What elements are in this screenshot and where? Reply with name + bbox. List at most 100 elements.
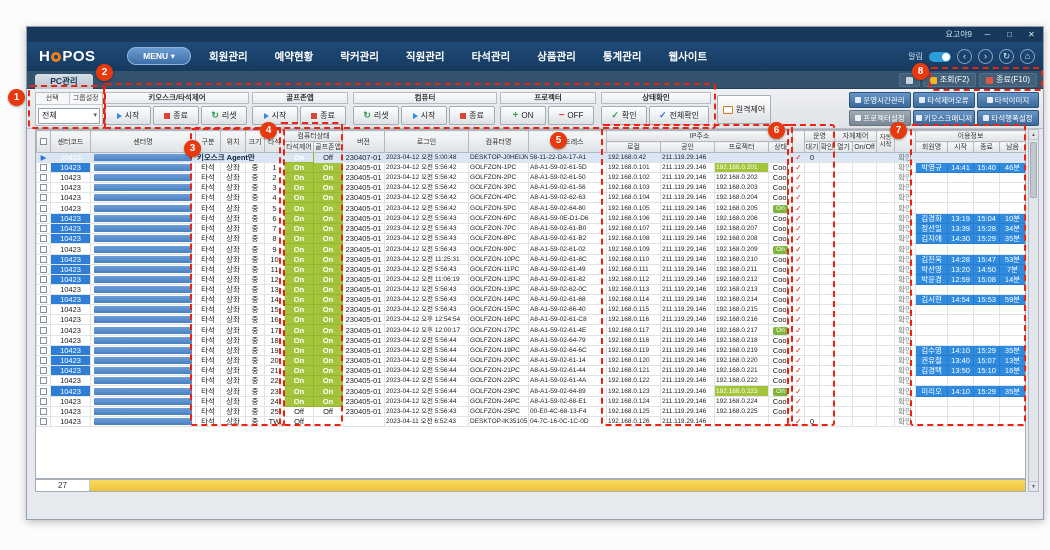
table-row[interactable]: 10423 타석 상좌 중 3 On On 230405-01 2023-04-12 오전 5:… <box>36 182 1025 193</box>
app-start-button[interactable]: 시작 <box>252 106 298 125</box>
confirm-button[interactable]: 확인 <box>894 202 917 214</box>
table-row[interactable]: 10423 타석 상좌 중 8 On On 230405-01 2023-04-12 오전 5:… <box>36 233 1025 244</box>
row-checkbox[interactable] <box>36 202 51 214</box>
checkbox-icon[interactable] <box>40 316 47 323</box>
app-stop-button[interactable]: 종료 <box>300 106 346 125</box>
confirm-button[interactable]: 확인 <box>894 365 917 376</box>
bay-layout-button[interactable]: 타석행폭설정 <box>977 110 1039 126</box>
nav-item-staff[interactable]: 직원관리 <box>406 49 445 64</box>
pc-start-button[interactable]: 시작 <box>401 106 447 125</box>
bay-image-button[interactable]: 타석이미지 <box>977 92 1039 108</box>
confirm-button[interactable]: 확인 <box>894 294 917 305</box>
confirm-button[interactable]: 확인 <box>894 406 917 417</box>
table-row[interactable]: 10423 타석 상좌 중 16 On On 230405-01 2023-04-12 오후 1… <box>36 314 1025 325</box>
nav-item-website[interactable]: 웹사이트 <box>668 49 707 64</box>
row-checkbox[interactable] <box>36 406 51 417</box>
group-setting-label[interactable]: 그룹설정 <box>70 93 103 104</box>
header-proj-status[interactable]: 상태 <box>768 141 794 153</box>
table-row[interactable]: 10423 타석 상좌 중 13 On On 230405-01 2023-04-12 오전 5… <box>36 284 1025 295</box>
header-bay-control[interactable]: 타석제어 <box>284 141 314 153</box>
checkbox-icon[interactable] <box>40 326 47 334</box>
target-select-dropdown[interactable]: 전체 <box>38 108 100 124</box>
tab-pc-management[interactable]: PC관리 <box>35 74 93 89</box>
checkbox-icon[interactable] <box>40 418 47 425</box>
nav-item-lockers[interactable]: 락커관리 <box>340 49 379 64</box>
table-row[interactable]: 10423 타석 상좌 중 12 On On 230405-01 2023-04-12 오전 1… <box>36 274 1025 285</box>
confirm-button[interactable]: 확인 <box>894 233 917 244</box>
confirm-button[interactable]: 확인 <box>894 152 917 163</box>
checkbox-icon[interactable] <box>40 215 47 222</box>
projector-on-button[interactable]: ON <box>500 106 546 125</box>
row-checkbox[interactable] <box>36 365 51 376</box>
row-checkbox[interactable] <box>36 335 51 346</box>
kiosk-start-button[interactable]: 시작 <box>105 106 151 125</box>
row-checkbox[interactable] <box>36 314 51 325</box>
row-checkbox[interactable] <box>36 223 51 234</box>
checkbox-icon[interactable] <box>40 398 47 405</box>
checkbox-icon[interactable] <box>40 387 47 395</box>
table-row[interactable]: 10423 타석 상좌 중 4 On On 230405-01 2023-04-12 오전 5:… <box>36 192 1025 203</box>
table-row[interactable]: 10423 타석 상좌 중 2 On On 230405-01 2023-04-12 오전 5:… <box>36 172 1025 183</box>
checkbox-icon[interactable] <box>40 256 47 263</box>
confirm-button[interactable]: 확인 <box>894 213 917 224</box>
row-checkbox[interactable]: ▶ <box>36 152 51 163</box>
confirm-button[interactable]: 확인 <box>894 264 917 275</box>
confirm-button[interactable]: 확인 <box>894 182 917 193</box>
pc-reset-button[interactable]: 리셋 <box>353 106 399 125</box>
kiosk-reset-button[interactable]: 리셋 <box>201 106 247 125</box>
row-checkbox[interactable] <box>36 294 51 305</box>
nav-item-stats[interactable]: 통계관리 <box>603 49 642 64</box>
row-checkbox[interactable] <box>36 233 51 244</box>
checkbox-icon[interactable] <box>40 296 47 303</box>
status-check-all-button[interactable]: 전체확인 <box>649 106 709 125</box>
confirm-button[interactable]: 확인 <box>894 192 917 203</box>
confirm-button[interactable]: 확인 <box>894 355 917 366</box>
table-row[interactable]: 10423 타석 상좌 중 21 On On 230405-01 2023-04-12 오전 5… <box>36 365 1025 376</box>
table-row[interactable]: 10423 타석 상좌 중 11 On On 230405-01 2023-04-12 오전 5… <box>36 264 1025 275</box>
confirm-button[interactable]: 확인 <box>894 314 917 325</box>
row-checkbox[interactable] <box>36 274 51 285</box>
status-check-button[interactable]: 확인 <box>601 106 647 125</box>
table-row[interactable]: 10423 타석 상좌 중 10 On On 230405-01 2023-04-12 오전 1… <box>36 254 1025 265</box>
checkbox-icon[interactable] <box>40 347 47 354</box>
home-icon[interactable]: ⌂ <box>1020 49 1035 64</box>
header-mac[interactable]: 맥어드레스 <box>528 130 608 153</box>
forward-icon[interactable]: › <box>978 49 993 64</box>
row-checkbox[interactable] <box>36 243 51 255</box>
checkbox-icon[interactable] <box>40 184 47 191</box>
table-row[interactable]: 10423 타석 상좌 중 24 On On 230405-01 2023-04-12 오전 5… <box>36 396 1025 407</box>
table-row[interactable]: 10423 타석 상좌 중 22 On On 230405-01 2023-04-12 오전 5… <box>36 375 1025 386</box>
row-checkbox[interactable] <box>36 192 51 203</box>
confirm-button[interactable]: 확인 <box>894 396 917 407</box>
confirm-button[interactable]: 확인 <box>894 416 917 427</box>
kiosk-manager-button[interactable]: 키오스크매니저 <box>913 110 975 126</box>
checkbox-icon[interactable] <box>40 245 47 253</box>
header-end[interactable]: 종료 <box>973 141 1001 153</box>
checkbox-icon[interactable] <box>40 337 47 344</box>
projector-off-button[interactable]: OFF <box>548 106 594 125</box>
checkbox-icon[interactable] <box>40 408 47 415</box>
vertical-scrollbar[interactable]: ▲ ▼ <box>1028 129 1039 492</box>
header-wait[interactable]: 대기 <box>804 141 821 153</box>
checkbox-icon[interactable] <box>40 164 47 171</box>
header-start[interactable]: 시작 <box>947 141 975 153</box>
confirm-button[interactable]: 확인 <box>894 375 917 386</box>
alarm-toggle[interactable] <box>929 51 951 62</box>
confirm-button[interactable]: 확인 <box>894 345 917 356</box>
table-row[interactable]: 10423 타석 상좌 중 9 On On 230405-01 2023-04-12 오전 5:… <box>36 243 1025 255</box>
minimize-icon[interactable]: ─ <box>981 29 994 40</box>
checkbox-icon[interactable] <box>40 276 47 283</box>
checkbox-icon[interactable] <box>40 377 47 384</box>
table-row[interactable]: 10423 타석 상좌 중 20 On On 230405-01 2023-04-12 오전 5… <box>36 355 1025 366</box>
bay-control-error-button[interactable]: 타석제어오류 <box>913 92 975 108</box>
table-row[interactable]: ▶ 10423 키오스크 Agent만 On Off 230407-01 2023-04-1… <box>36 152 1025 163</box>
row-checkbox[interactable] <box>36 324 51 336</box>
table-row[interactable]: 10423 타석 상좌 중 25 Off Off 230405-01 2023-04-12 오전… <box>36 406 1025 417</box>
header-remain[interactable]: 남음 <box>999 141 1025 153</box>
confirm-button[interactable]: 확인 <box>894 254 917 265</box>
nav-item-products[interactable]: 상품관리 <box>537 49 576 64</box>
table-row[interactable]: 10423 타석 상좌 중 19 On On 230405-01 2023-04-12 오전 5… <box>36 345 1025 356</box>
confirm-button[interactable]: 확인 <box>894 162 917 173</box>
checkbox-icon[interactable] <box>40 204 47 212</box>
header-member[interactable]: 회원명 <box>915 141 949 153</box>
